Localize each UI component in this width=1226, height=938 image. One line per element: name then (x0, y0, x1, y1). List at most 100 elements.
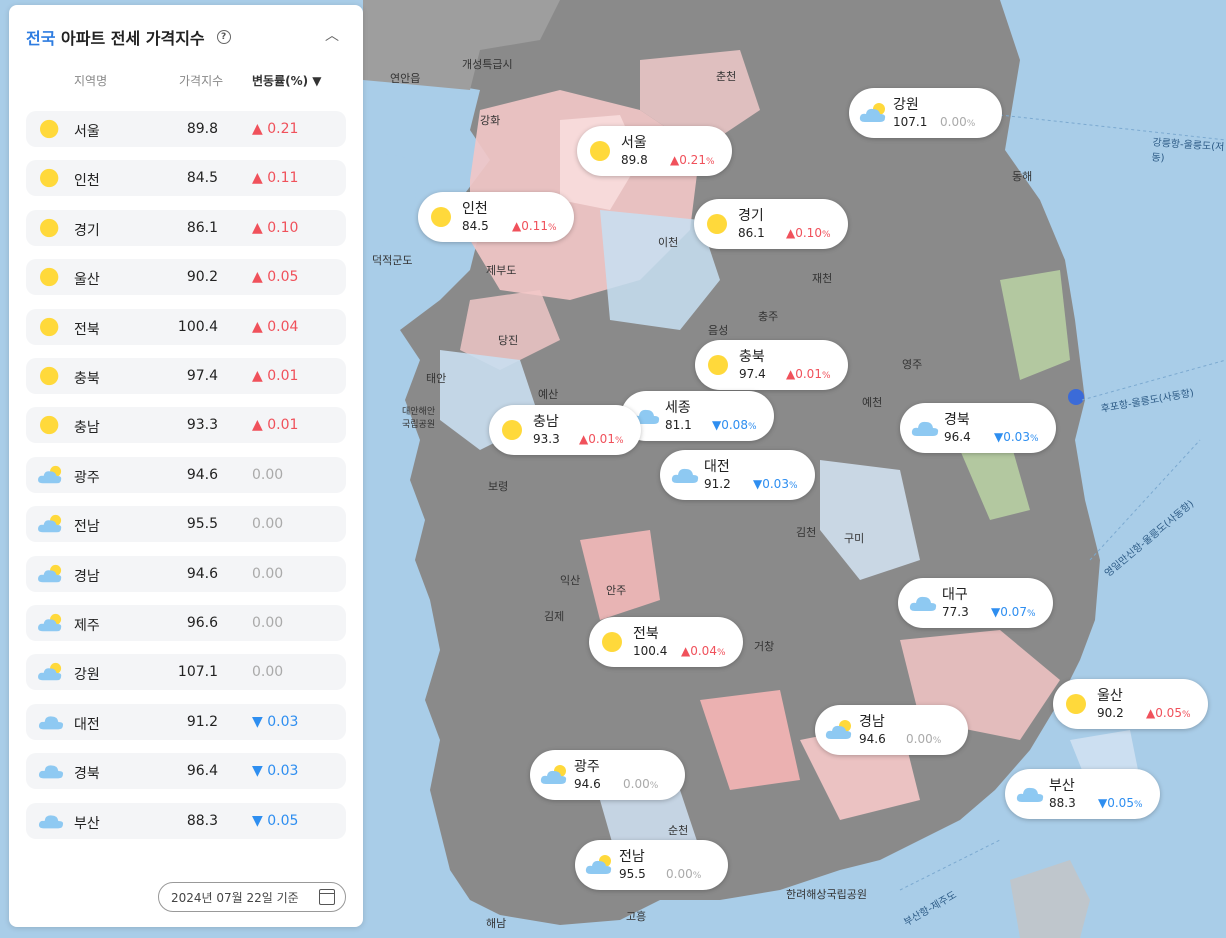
region-row-6[interactable]: 충남 93.3 ▲ 0.01 (26, 407, 346, 444)
row-region-name: 전남 (74, 519, 100, 536)
sun-icon (36, 316, 66, 338)
bubble-change-value: ▼0.07% (991, 605, 1036, 619)
bubble-region-name: 울산 (1097, 688, 1123, 704)
row-change-value: ▼ 0.03 (252, 763, 299, 780)
map-place-label: 순천 (668, 824, 689, 837)
col-header-index: 가격지수 (179, 74, 224, 88)
row-change-value: 0.00 (252, 664, 284, 681)
region-scope-link[interactable]: 전국 (26, 29, 55, 48)
bubble-region-name: 인천 (462, 201, 488, 217)
map-place-label: 음성 (708, 324, 729, 337)
map-place-label: 김제 (544, 610, 565, 623)
bubble-region-name: 강원 (893, 97, 919, 113)
row-index-value: 84.5 (186, 170, 218, 187)
map-bubble-5[interactable]: 세종 81.1 ▼0.08% (621, 391, 774, 441)
row-index-value: 96.4 (186, 763, 218, 780)
cloud-icon (1015, 782, 1045, 806)
sun-cloud-icon (585, 853, 615, 877)
sun-cloud-icon (36, 513, 66, 535)
col-header-change-sort[interactable]: 변동률(%) ▼ (252, 72, 322, 89)
map-place-label: 춘천 (716, 70, 737, 83)
map-bubble-11[interactable]: 울산 90.2 ▲0.05% (1053, 679, 1208, 729)
date-picker-button[interactable]: 2024년 07월 22일 기준 (158, 882, 346, 912)
map-bubble-1[interactable]: 강원 107.1 0.00% (849, 88, 1002, 138)
row-change-value: 0.00 (252, 516, 284, 533)
row-change-value: ▲ 0.21 (252, 121, 299, 137)
map-place-label: 한려해상국립공원 (786, 888, 867, 901)
map-bubble-13[interactable]: 광주 94.6 0.00% (530, 750, 685, 800)
map-bubble-0[interactable]: 서울 89.8 ▲0.21% (577, 126, 732, 176)
map-place-label: 강화 (480, 114, 501, 127)
map-bubble-3[interactable]: 경기 86.1 ▲0.10% (694, 199, 848, 249)
region-row-5[interactable]: 충북 97.4 ▲ 0.01 (26, 358, 346, 394)
bubble-index-value: 93.3 (533, 432, 560, 446)
map-place-label: 대안해안국립공원 (402, 407, 436, 430)
price-index-panel: 전국 아파트 전세 가격지수 ? ︿ 지역명 가격지수 변동률(%) ▼ 서울 … (9, 5, 363, 927)
map-bubble-15[interactable]: 전남 95.5 0.00% (575, 840, 728, 890)
cloud-icon (36, 810, 66, 832)
region-list[interactable]: 서울 89.8 ▲ 0.21 인천 84.5 ▲ 0.11 경기 86.1 ▲ … (26, 111, 346, 863)
bubble-region-name: 전북 (633, 626, 659, 642)
region-row-9[interactable]: 경남 94.6 0.00 (26, 555, 346, 592)
map-bubble-6[interactable]: 충남 93.3 ▲0.01% (489, 405, 641, 455)
region-row-2[interactable]: 경기 86.1 ▲ 0.10 (26, 209, 346, 246)
bubble-index-value: 89.8 (621, 153, 648, 167)
collapse-chevron-icon[interactable]: ︿ (321, 25, 343, 47)
map-bubble-4[interactable]: 충북 97.4 ▲0.01% (695, 340, 848, 390)
region-row-8[interactable]: 전남 95.5 0.00 (26, 506, 346, 543)
sun-icon (428, 205, 458, 229)
region-row-4[interactable]: 전북 100.4 ▲ 0.04 (26, 308, 346, 345)
row-index-value: 88.3 (186, 812, 218, 829)
region-row-7[interactable]: 광주 94.6 0.00 (26, 456, 346, 493)
map-place-label: 충주 (758, 310, 779, 323)
sun-icon (36, 414, 66, 436)
region-row-1[interactable]: 인천 84.5 ▲ 0.11 (26, 160, 346, 197)
sun-icon (705, 353, 735, 377)
sun-icon (1063, 692, 1093, 716)
region-row-3[interactable]: 울산 90.2 ▲ 0.05 (26, 259, 346, 296)
row-region-name: 충북 (74, 371, 100, 387)
row-region-name: 부산 (74, 815, 100, 832)
region-row-12[interactable]: 대전 91.2 ▼ 0.03 (26, 703, 346, 740)
map-bubble-8[interactable]: 대전 91.2 ▼0.03% (660, 450, 815, 500)
map-place-label: 태안 (426, 372, 447, 385)
row-region-name: 충남 (74, 420, 100, 437)
region-row-10[interactable]: 제주 96.6 0.00 (26, 605, 346, 641)
bubble-change-value: 0.00% (623, 777, 659, 791)
map-bubble-2[interactable]: 인천 84.5 ▲0.11% (418, 192, 574, 242)
map-bubble-12[interactable]: 경남 94.6 0.00% (815, 705, 968, 755)
panel-title: 전국 아파트 전세 가격지수 ? (26, 25, 231, 49)
region-row-14[interactable]: 부산 88.3 ▼ 0.05 (26, 802, 346, 839)
region-row-13[interactable]: 경북 96.4 ▼ 0.03 (26, 753, 346, 790)
map-bubble-9[interactable]: 대구 77.3 ▼0.07% (898, 578, 1053, 628)
sun-cloud-icon (540, 763, 570, 787)
bubble-change-value: 0.00% (906, 732, 942, 746)
bubble-index-value: 90.2 (1097, 706, 1124, 720)
row-change-value: ▲ 0.01 (252, 417, 299, 434)
help-icon[interactable]: ? (216, 30, 231, 44)
map-bubble-14[interactable]: 부산 88.3 ▼0.05% (1005, 769, 1160, 819)
row-change-value: ▼ 0.03 (252, 713, 299, 730)
bubble-index-value: 96.4 (944, 430, 971, 444)
sun-icon (36, 217, 66, 239)
sun-cloud-icon (36, 563, 66, 585)
row-index-value: 94.6 (186, 565, 218, 582)
bubble-index-value: 94.6 (574, 777, 601, 791)
bubble-index-value: 84.5 (462, 219, 489, 233)
bubble-index-value: 95.5 (619, 867, 646, 881)
bubble-region-name: 경기 (738, 208, 764, 224)
map-place-label: 거창 (754, 640, 775, 653)
map-place-label: 고흥 (626, 910, 647, 923)
bubble-change-value: ▲0.01% (786, 367, 831, 381)
region-row-11[interactable]: 강원 107.1 0.00 (26, 654, 346, 691)
map-bubble-10[interactable]: 전북 100.4 ▲0.04% (589, 617, 743, 667)
calendar-icon (319, 889, 335, 905)
row-region-name: 대전 (74, 716, 100, 733)
map-place-label: 보령 (488, 480, 509, 493)
row-change-value: ▲ 0.04 (252, 318, 299, 335)
region-row-0[interactable]: 서울 89.8 ▲ 0.21 (26, 111, 346, 147)
sun-icon (36, 266, 66, 288)
bubble-region-name: 경남 (859, 714, 885, 730)
map-bubble-7[interactable]: 경북 96.4 ▼0.03% (900, 403, 1056, 453)
cloud-icon (36, 711, 66, 733)
